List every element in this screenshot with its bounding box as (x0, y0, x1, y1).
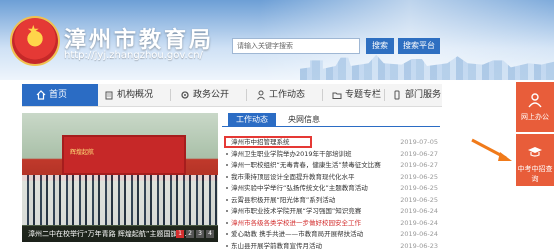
slideshow-crowd (22, 175, 218, 225)
online-office-label: 网上办公 (521, 113, 549, 121)
nav-divider (246, 89, 247, 101)
news-title: 漳州市中招管理系统 (231, 137, 391, 149)
slideshow-pager: 1 2 3 4 (176, 230, 214, 238)
news-item[interactable]: 漳州市各级各类学校进一步做好校园安全工作 2019-06-24 (222, 218, 440, 230)
nav-item-label: 机构概况 (117, 84, 153, 106)
news-title: 爱心助教 携手共进——市教育局开展帮扶活动 (231, 229, 391, 241)
nav-divider (384, 89, 385, 101)
search-input[interactable]: 请输入关键字搜索 (232, 38, 360, 54)
nav-item-label: 首页 (49, 84, 67, 106)
nav-item-topics[interactable]: 专题专栏 (332, 84, 381, 106)
side-quick-links: 网上办公 中考中招查询 (516, 82, 554, 242)
news-date: 2019-06-24 (400, 229, 438, 241)
news-item[interactable]: 漳州卫生职业学院举办2019年干部培训班 2019-06-27 (222, 149, 440, 161)
slideshow-stage-banner: 辉煌起航 (62, 135, 186, 175)
bullet-icon (226, 153, 228, 155)
nav-item-label: 政务公开 (193, 84, 229, 106)
news-date: 2019-06-25 (400, 195, 438, 207)
news-title: 东山县开展学前教育宣传月活动 (231, 241, 391, 252)
tab-work-news[interactable]: 工作动态 (228, 113, 276, 126)
tab-underline (222, 126, 440, 127)
building-icon (104, 90, 114, 100)
nav-item-label: 部门服务 (405, 84, 441, 106)
tab-central-news[interactable]: 央网信息 (280, 113, 328, 126)
user-icon (527, 92, 543, 108)
bullet-icon (226, 187, 228, 189)
bullet-icon (226, 245, 228, 247)
nav-divider (170, 89, 171, 101)
slideshow-page-button[interactable]: 1 (176, 230, 184, 238)
news-slideshow[interactable]: 辉煌起航 漳州二中在校举行“万年青路 辉煌起航”主题国旗下... 1 2 3 4 (22, 113, 218, 242)
news-item[interactable]: 云霄县积极开展“阳光体育”系列活动 2019-06-25 (222, 195, 440, 207)
news-date: 2019-06-24 (400, 218, 438, 230)
bullet-icon (226, 222, 228, 224)
site-header: ★ 漳州市教育局 http://jyj.zhangzhou.gov.cn/ 请输… (0, 0, 554, 80)
news-title: 漳州市职业技术学院开展“学习强国”知识竞赛 (231, 206, 391, 218)
bullet-icon (226, 176, 228, 178)
news-title: 漳州实验中学举行“弘扬传统文化”主题教育活动 (231, 183, 391, 195)
news-date: 2019-06-23 (400, 241, 438, 252)
gear-icon (180, 90, 190, 100)
news-date: 2019-06-25 (400, 183, 438, 195)
graduation-cap-icon (527, 144, 543, 160)
nav-item-affairs[interactable]: 政务公开 (180, 84, 229, 106)
search-button[interactable]: 搜索 (366, 38, 394, 54)
nav-divider (322, 89, 323, 101)
news-title: 漳州一职校组织“无毒青春，健康生活”禁毒征文比赛 (231, 160, 391, 172)
news-date: 2019-06-27 (400, 149, 438, 161)
bullet-icon (226, 164, 228, 166)
news-title: 漳州市各级各类学校进一步做好校园安全工作 (231, 218, 391, 230)
news-date: 2019-06-27 (400, 160, 438, 172)
nav-item-work[interactable]: 工作动态 (256, 84, 305, 106)
news-date: 2019-07-05 (400, 137, 438, 149)
nav-item-services[interactable]: 部门服务 (392, 84, 441, 106)
bullet-icon (226, 233, 228, 235)
news-item[interactable]: 漳州实验中学举行“弘扬传统文化”主题教育活动 2019-06-25 (222, 183, 440, 195)
exam-query-label: 中考中招查询 (518, 165, 553, 183)
home-icon (36, 90, 46, 100)
search-platform-button[interactable]: 搜索平台 (398, 38, 440, 54)
nav-item-home[interactable]: 首页 (22, 84, 98, 106)
slideshow-page-button[interactable]: 3 (196, 230, 204, 238)
news-panel: 工作动态 央网信息 漳州市中招管理系统 2019-07-05 漳州卫生职业学院举… (222, 113, 440, 242)
site-url: http://jyj.zhangzhou.gov.cn/ (64, 50, 203, 61)
pointer-arrow-icon (470, 138, 516, 164)
folder-icon (332, 90, 342, 100)
news-title: 漳州卫生职业学院举办2019年干部培训班 (231, 149, 391, 161)
phone-icon (392, 90, 402, 100)
news-item[interactable]: 爱心助教 携手共进——市教育局开展帮扶活动 2019-06-24 (222, 229, 440, 241)
nav-item-label: 工作动态 (269, 84, 305, 106)
news-item[interactable]: 漳州市中招管理系统 2019-07-05 (222, 137, 440, 149)
exam-query-button[interactable]: 中考中招查询 (516, 134, 554, 186)
bullet-icon (226, 199, 228, 201)
emblem-star-icon: ★ (27, 24, 40, 38)
news-date: 2019-06-24 (400, 206, 438, 218)
nav-item-org[interactable]: 机构概况 (104, 84, 153, 106)
stage-banner-text: 辉煌起航 (70, 147, 94, 156)
person-icon (256, 90, 266, 100)
news-item[interactable]: 漳州一职校组织“无毒青春，健康生活”禁毒征文比赛 2019-06-27 (222, 160, 440, 172)
nav-item-label: 专题专栏 (345, 84, 381, 106)
news-item[interactable]: 东山县开展学前教育宣传月活动 2019-06-23 (222, 241, 440, 252)
news-title: 我市秉持顶层设计全面提升教育现代化水平 (231, 172, 391, 184)
online-office-button[interactable]: 网上办公 (516, 82, 554, 132)
news-item[interactable]: 我市秉持顶层设计全面提升教育现代化水平 2019-06-25 (222, 172, 440, 184)
news-item[interactable]: 漳州市职业技术学院开展“学习强国”知识竞赛 2019-06-24 (222, 206, 440, 218)
slideshow-page-button[interactable]: 2 (186, 230, 194, 238)
main-nav: 首页 机构概况 政务公开 工作动态 专题专栏 部门服务 (22, 84, 442, 107)
news-date: 2019-06-25 (400, 172, 438, 184)
bullet-icon (226, 210, 228, 212)
news-title: 云霄县积极开展“阳光体育”系列活动 (231, 195, 391, 207)
slideshow-page-button[interactable]: 4 (206, 230, 214, 238)
news-list: 漳州市中招管理系统 2019-07-05 漳州卫生职业学院举办2019年干部培训… (222, 137, 440, 252)
